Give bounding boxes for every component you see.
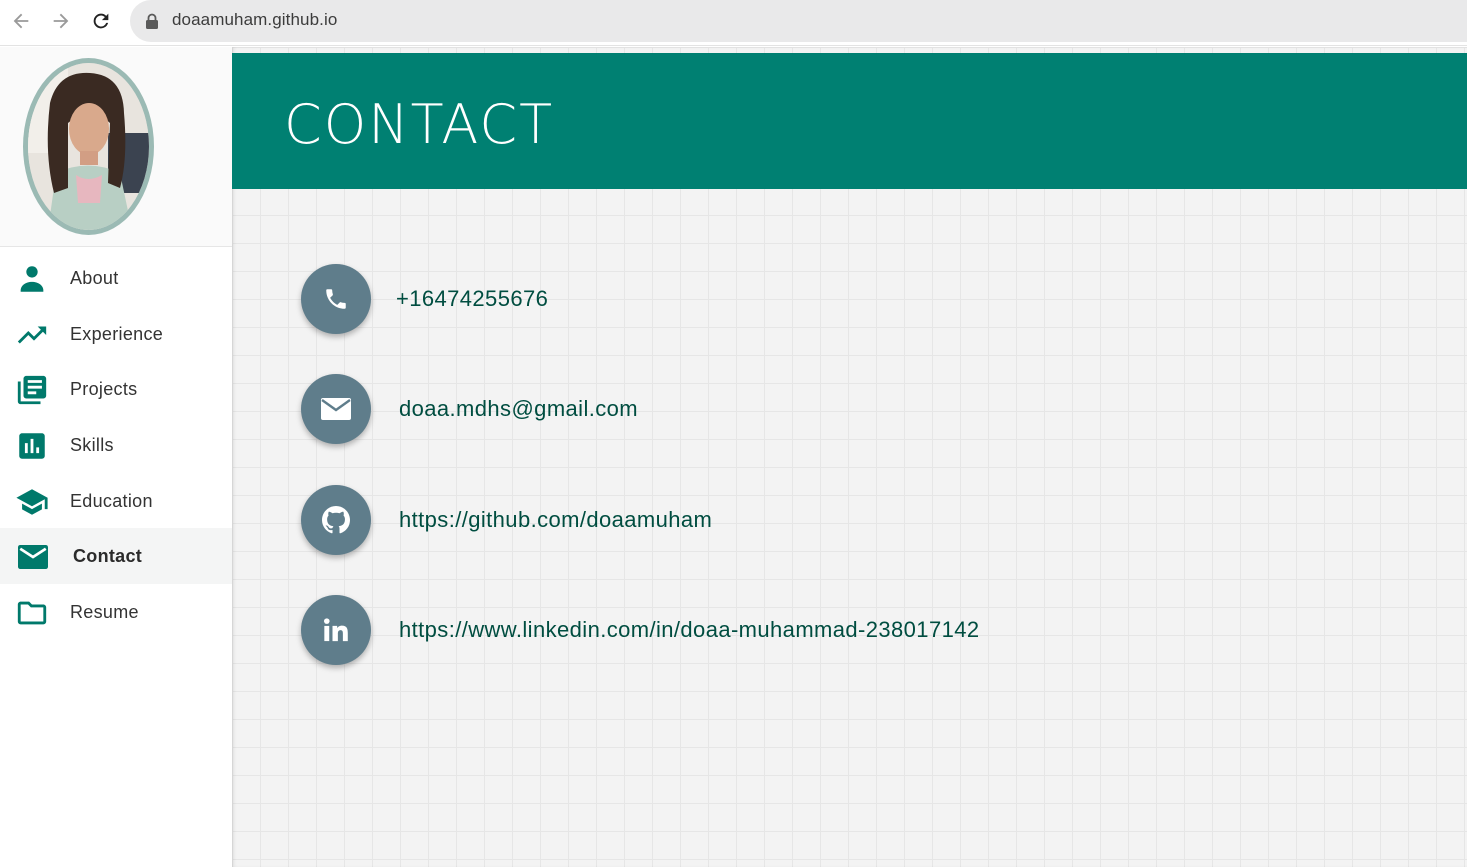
bar-chart-icon	[15, 429, 49, 463]
url-text[interactable]: doaamuham.github.io	[172, 10, 337, 30]
linkedin-link[interactable]: https://www.linkedin.com/in/doaa-muhamma…	[399, 617, 980, 643]
page-header: CONTACT	[232, 53, 1467, 189]
sidebar-item-education[interactable]: Education	[0, 473, 232, 529]
contact-row-github: https://github.com/doaamuham	[301, 485, 1201, 555]
phone-number[interactable]: +16474255676	[396, 286, 548, 312]
sidebar-item-label: Contact	[73, 546, 143, 566]
sidebar-item-label: Skills	[70, 435, 114, 455]
trending-up-icon	[15, 318, 49, 352]
reload-icon[interactable]	[88, 8, 114, 34]
person-icon	[15, 262, 49, 296]
contact-row-phone: +16474255676	[301, 264, 1201, 334]
page-title: CONTACT	[284, 93, 555, 156]
contact-row-linkedin: https://www.linkedin.com/in/doaa-muhamma…	[301, 595, 1201, 665]
sidebar-item-skills[interactable]: Skills	[0, 417, 232, 473]
browser-toolbar: doaamuham.github.io	[0, 0, 1467, 46]
sidebar-item-label: Experience	[70, 324, 164, 344]
forward-arrow-icon[interactable]	[48, 8, 74, 34]
sidebar-item-resume[interactable]: Resume	[0, 584, 232, 640]
sidebar-item-experience[interactable]: Experience	[0, 306, 232, 362]
linkedin-icon[interactable]	[301, 595, 371, 665]
graduation-cap-icon	[15, 485, 49, 519]
email-icon	[15, 540, 49, 574]
library-books-icon	[15, 373, 49, 407]
lock-icon	[145, 13, 159, 29]
phone-icon[interactable]	[301, 264, 371, 334]
envelope-icon[interactable]	[301, 374, 371, 444]
sidebar: About Experience Projects Skills Educati	[0, 47, 232, 867]
github-link[interactable]: https://github.com/doaamuham	[399, 507, 712, 533]
folder-icon	[15, 596, 49, 630]
sidebar-item-projects[interactable]: Projects	[0, 361, 232, 417]
back-arrow-icon[interactable]	[8, 8, 34, 34]
main-content: CONTACT +16474255676 doaa.mdhs@gmail.com…	[232, 47, 1467, 867]
avatar	[23, 58, 154, 235]
profile-header	[0, 47, 232, 247]
sidebar-item-contact[interactable]: Contact	[0, 528, 232, 584]
contact-row-email: doaa.mdhs@gmail.com	[301, 374, 1201, 444]
github-icon[interactable]	[301, 485, 371, 555]
sidebar-item-label: Resume	[70, 602, 139, 622]
sidebar-item-label: About	[70, 268, 119, 288]
email-link[interactable]: doaa.mdhs@gmail.com	[399, 396, 638, 422]
sidebar-item-label: Education	[70, 491, 153, 511]
sidebar-item-about[interactable]: About	[0, 250, 232, 306]
sidebar-item-label: Projects	[70, 379, 138, 399]
